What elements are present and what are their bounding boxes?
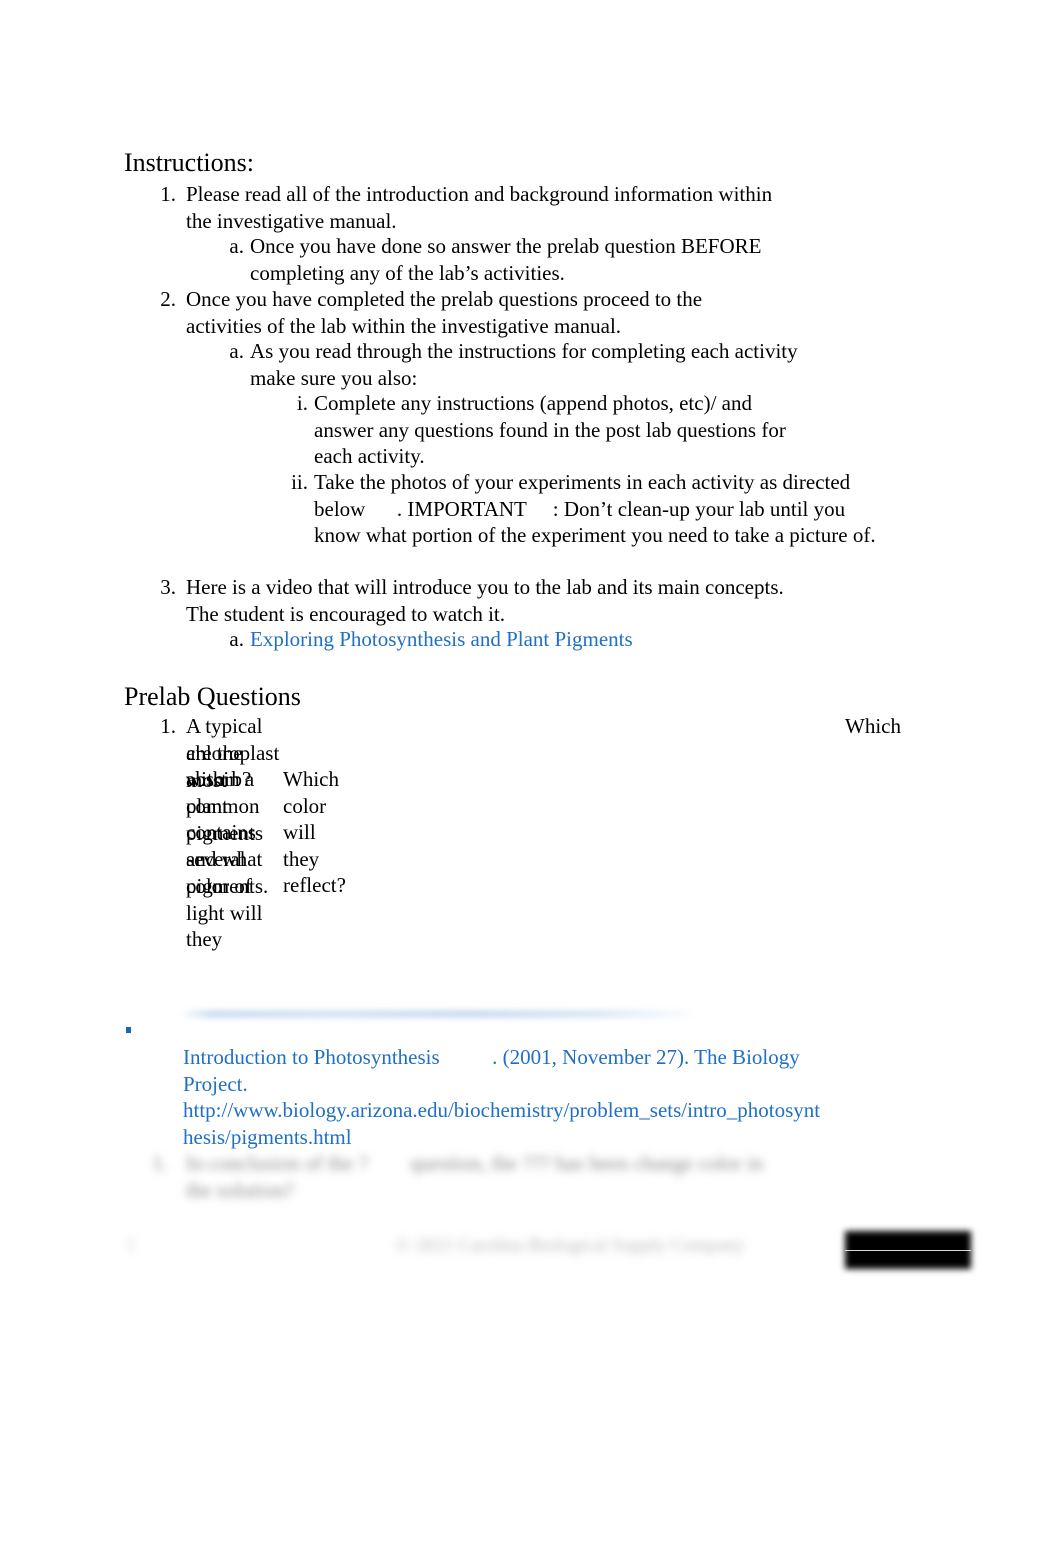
- prelab-question-line-3a: absorb?: [186, 767, 252, 791]
- obscured-question-line-1: In conclusion of the ? question, the ???…: [186, 1151, 764, 1175]
- instructions-heading: Instructions:: [124, 148, 254, 177]
- list-marker: 2.: [160, 287, 176, 311]
- obscured-list-marker: 1.: [152, 1151, 168, 1175]
- faint-divider-rule: [180, 1010, 700, 1018]
- video-link-exploring-photosynthesis[interactable]: Exploring Photosynthesis and Plant Pigme…: [250, 626, 810, 653]
- prelab-question-line-3b: Which color will they reflect?: [283, 767, 346, 898]
- list-marker: 3.: [160, 575, 176, 599]
- prelab-questions-heading: Prelab Questions: [124, 682, 301, 711]
- list-item-text: Please read all of the introduction and …: [186, 182, 778, 233]
- list-marker: 1.: [160, 714, 176, 738]
- list-item-text: Complete any instructions (append photos…: [314, 391, 792, 469]
- document-page: Instructions: 1. Please read all of the …: [0, 0, 1062, 1556]
- citation-block[interactable]: Introduction to Photosynthesis . (2001, …: [183, 1044, 823, 1150]
- footer-copyright-text: © 2021 Carolina Biological Supply Compan…: [396, 1235, 745, 1256]
- list-marker: a.: [229, 627, 244, 651]
- list-marker: ii.: [291, 470, 308, 494]
- list-item-text: Take the photos of your experiments in e…: [314, 470, 876, 548]
- footer-page-number: 1: [126, 1234, 136, 1255]
- citation-title: Introduction to Photosynthesis: [183, 1045, 440, 1069]
- list-marker: a.: [229, 339, 244, 363]
- blue-period-mark: [126, 1027, 131, 1033]
- list-marker: 1.: [160, 182, 176, 206]
- citation-spacer: [440, 1045, 493, 1069]
- list-item-text: Here is a video that will introduce you …: [186, 575, 789, 626]
- prelab-question-line-1-tail: Which: [845, 714, 901, 738]
- list-item-text: Once you have completed the prelab quest…: [186, 287, 708, 338]
- list-marker: i.: [296, 391, 308, 415]
- redaction-bar-highlight-line: [845, 1250, 971, 1251]
- list-item-text: As you read through the instructions for…: [250, 339, 803, 390]
- list-marker: a.: [229, 234, 244, 258]
- obscured-question-line-2: the solution?: [186, 1178, 294, 1202]
- list-item-text: Once you have done so answer the prelab …: [250, 234, 767, 285]
